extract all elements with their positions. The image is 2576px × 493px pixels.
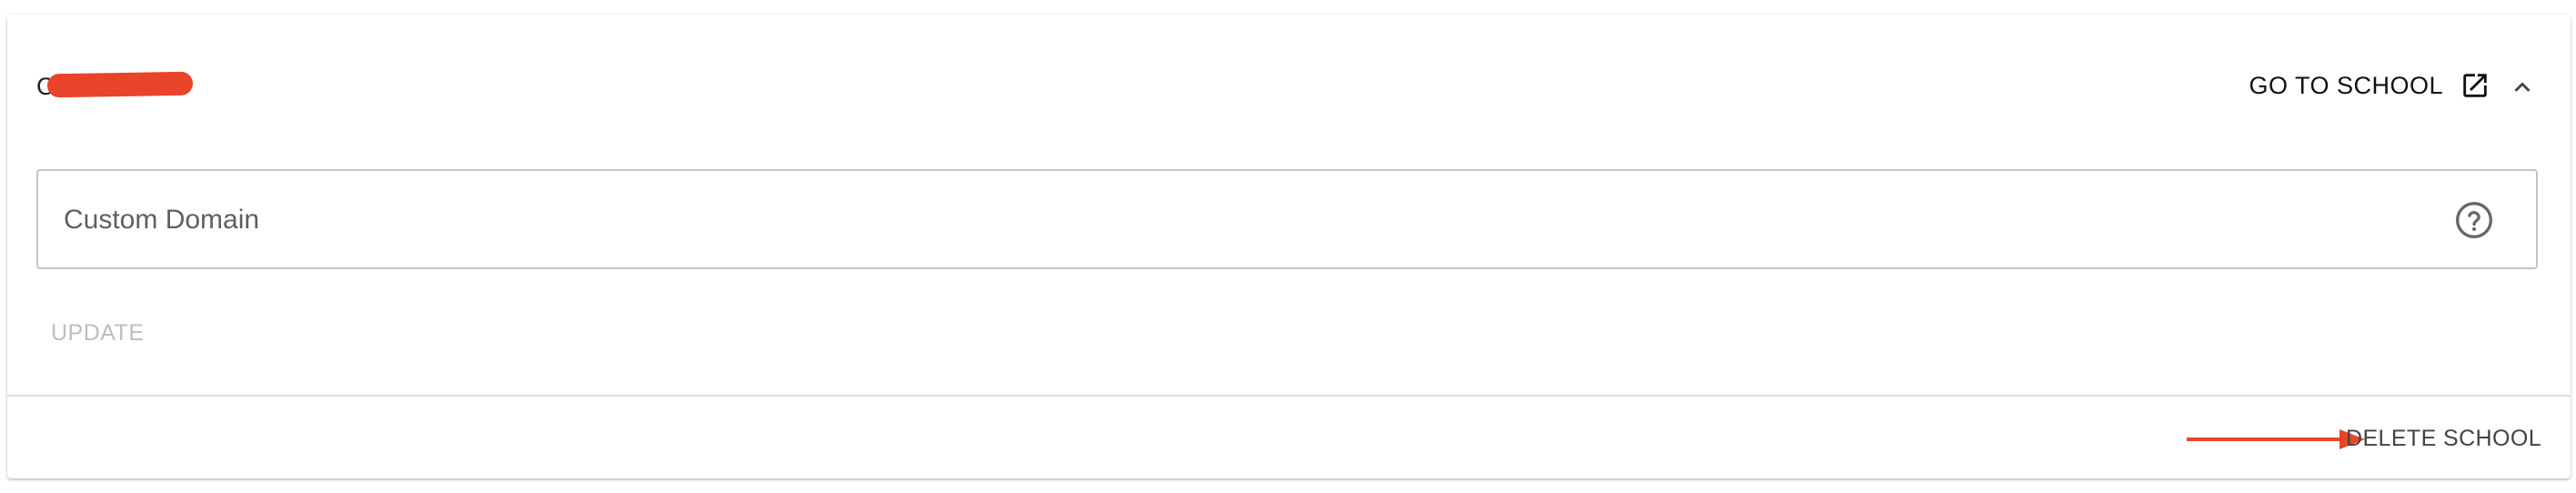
custom-domain-input[interactable] [62, 171, 2430, 269]
custom-domain-field[interactable] [36, 169, 2538, 269]
go-to-school-link[interactable]: GO TO SCHOOL [2249, 67, 2490, 104]
external-link-icon [2463, 74, 2487, 97]
annotation-arrow [2187, 429, 2365, 449]
go-to-school-label: GO TO SCHOOL [2249, 71, 2443, 99]
school-settings-card: C GO TO SCHOOL UPDATE DELETE SCHOOL [7, 15, 2571, 478]
card-header: C GO TO SCHOOL [7, 15, 2571, 151]
help-circle-icon[interactable] [2454, 200, 2494, 240]
redaction-mark [46, 71, 194, 98]
delete-school-button[interactable]: DELETE SCHOOL [2346, 426, 2541, 452]
update-button[interactable]: UPDATE [51, 320, 145, 347]
divider [7, 395, 2571, 397]
chevron-up-icon[interactable] [2507, 72, 2538, 103]
